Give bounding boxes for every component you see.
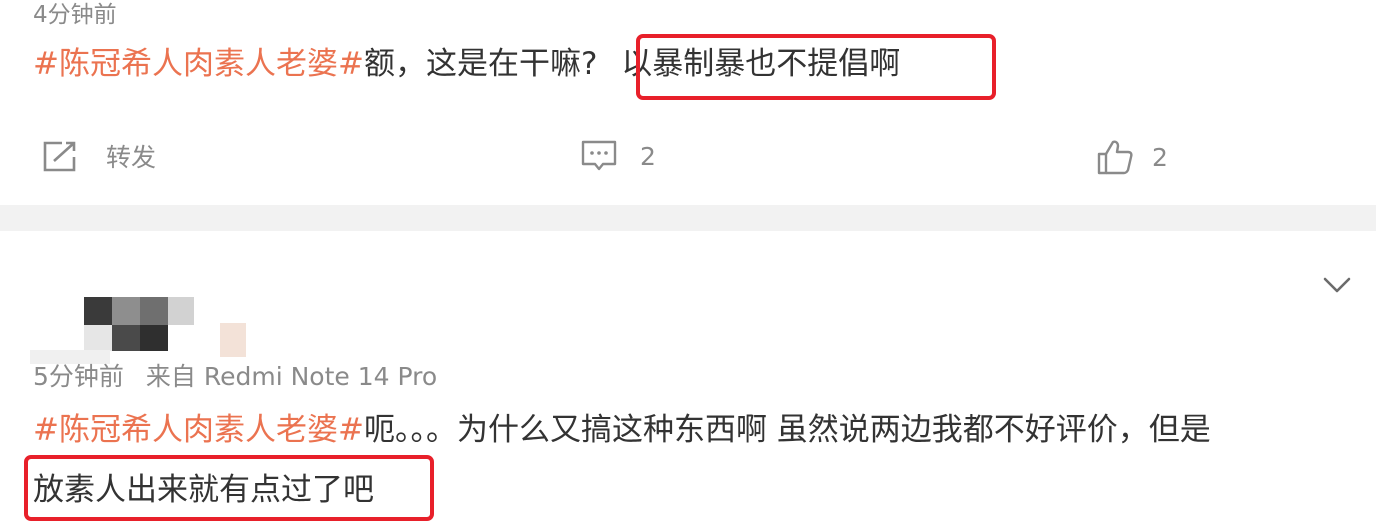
comment-text-body: 呃。。。为什么又搞这种东西啊 虽然说两边我都不好评价，但是 <box>363 412 1211 448</box>
highlight-box <box>24 455 434 521</box>
comment-text-body: 额，这是在干嘛? <box>363 46 608 82</box>
comment-button[interactable]: 2 <box>580 138 656 174</box>
repost-button[interactable]: 转发 <box>40 138 156 174</box>
comment-count: 2 <box>640 141 656 171</box>
section-divider <box>0 205 1376 231</box>
like-count: 2 <box>1152 142 1168 172</box>
comment-card-1: 4分钟前 #陈冠希人肉素人老婆#额，这是在干嘛? 以暴制暴也不提倡啊 转发 2 <box>0 0 1376 205</box>
comment-icon <box>580 138 618 174</box>
comment-source: 来自 Redmi Note 14 Pro <box>145 362 438 391</box>
highlight-box <box>636 34 996 100</box>
like-icon <box>1096 138 1134 176</box>
chevron-down-icon[interactable] <box>1322 275 1352 299</box>
repost-label: 转发 <box>106 143 157 172</box>
hashtag-link[interactable]: #陈冠希人肉素人老婆# <box>33 46 364 82</box>
comment-meta: 5分钟前 来自 Redmi Note 14 Pro <box>33 360 437 394</box>
comment-time: 5分钟前 <box>33 362 124 391</box>
comment-time: 4分钟前 <box>33 2 117 28</box>
comment-text: #陈冠希人肉素人老婆#呃。。。为什么又搞这种东西啊 虽然说两边我都不好评价，但是 <box>33 410 1211 450</box>
like-button[interactable]: 2 <box>1096 138 1168 176</box>
hashtag-link[interactable]: #陈冠希人肉素人老婆# <box>33 412 364 448</box>
repost-icon <box>40 139 80 173</box>
